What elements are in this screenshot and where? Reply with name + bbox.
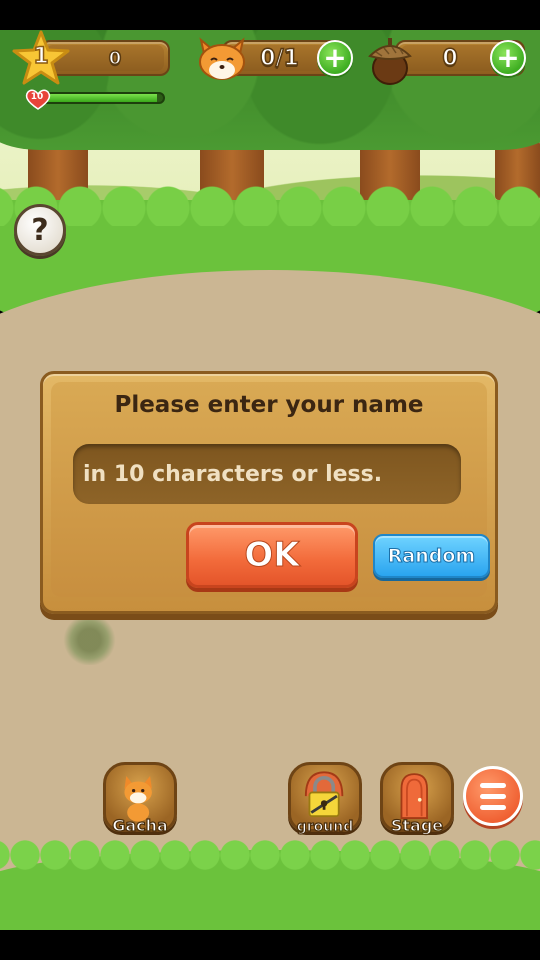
stage-button[interactable]: Stage [380, 762, 454, 836]
acorn-count-value: 0 [442, 45, 459, 72]
random-name-button[interactable]: Random [373, 534, 490, 578]
experience-fill [42, 94, 157, 102]
grass-field-bottom [0, 840, 540, 930]
level-number: 1 [33, 43, 50, 70]
stage-label: Stage [390, 815, 444, 835]
level-score-value: 0 [108, 47, 122, 70]
question-icon: ? [31, 212, 49, 248]
game-screen: 0 1 10 0/1 + 0 + ? Please enter your nam… [0, 0, 540, 960]
dialog-title: Please enter your name [114, 392, 424, 418]
name-input[interactable] [73, 444, 461, 504]
plus-icon: + [496, 41, 520, 74]
small-bush [62, 615, 117, 665]
help-button[interactable]: ? [14, 204, 66, 256]
heart-count: 10 [30, 92, 44, 102]
plus-icon: + [323, 41, 347, 74]
experience-bar [40, 92, 165, 104]
bottom-black-bar [0, 930, 540, 960]
gacha-label: Gacha [112, 815, 169, 835]
ground-label: ground [296, 818, 354, 835]
menu-button[interactable] [463, 766, 523, 826]
add-fox-button[interactable]: + [317, 40, 353, 76]
ground-button[interactable]: ground [288, 762, 362, 836]
gacha-button[interactable]: Gacha [103, 762, 177, 836]
fox-icon [199, 37, 245, 80]
fox-count-value: 0/1 [259, 45, 299, 72]
name-entry-dialog: Please enter your name OK Random [40, 371, 498, 614]
add-acorn-button[interactable]: + [490, 40, 526, 76]
acorn-icon [368, 38, 412, 85]
ok-button[interactable]: OK [186, 522, 358, 588]
